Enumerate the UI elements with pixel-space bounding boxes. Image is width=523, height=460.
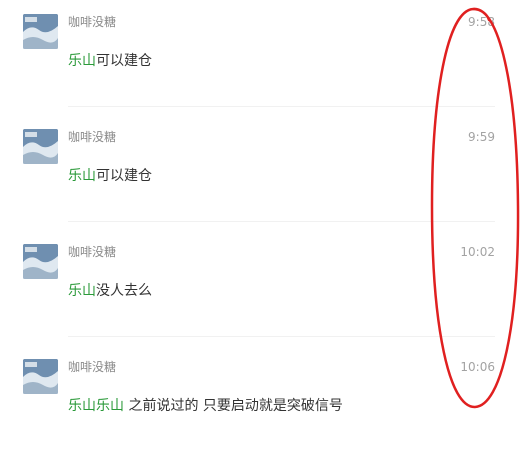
message-content: 可以建仓: [96, 168, 152, 184]
divider: [68, 106, 495, 107]
message-item: 咖啡没糖 9:58 乐山可以建仓: [0, 0, 523, 115]
message-item: 咖啡没糖 9:59 乐山可以建仓: [0, 115, 523, 230]
sender-name: 咖啡没糖: [68, 15, 117, 29]
message-item: 咖啡没糖 10:02 乐山没人去么: [0, 230, 523, 345]
avatar[interactable]: [23, 244, 58, 279]
mention-link[interactable]: 乐山乐山: [68, 398, 124, 414]
avatar[interactable]: [23, 14, 58, 49]
mention-link[interactable]: 乐山: [68, 168, 96, 184]
message-text: 乐山没人去么: [68, 280, 152, 300]
message-content: 可以建仓: [96, 53, 152, 69]
sender-name: 咖啡没糖: [68, 130, 117, 144]
message-content: 之前说过的 只要启动就是突破信号: [124, 398, 343, 414]
avatar[interactable]: [23, 359, 58, 394]
divider: [68, 336, 495, 337]
message-item: 咖啡没糖 10:06 乐山乐山 之前说过的 只要启动就是突破信号: [0, 345, 523, 460]
message-content: 没人去么: [96, 283, 152, 299]
message-time: 10:02: [460, 245, 495, 259]
sender-name: 咖啡没糖: [68, 360, 117, 374]
divider: [68, 221, 495, 222]
message-text: 乐山乐山 之前说过的 只要启动就是突破信号: [68, 395, 343, 415]
message-text: 乐山可以建仓: [68, 165, 152, 185]
mention-link[interactable]: 乐山: [68, 53, 96, 69]
message-time: 10:06: [460, 360, 495, 374]
message-time: 9:58: [468, 15, 495, 29]
sender-name: 咖啡没糖: [68, 245, 117, 259]
message-text: 乐山可以建仓: [68, 50, 152, 70]
message-time: 9:59: [468, 130, 495, 144]
avatar[interactable]: [23, 129, 58, 164]
mention-link[interactable]: 乐山: [68, 283, 96, 299]
